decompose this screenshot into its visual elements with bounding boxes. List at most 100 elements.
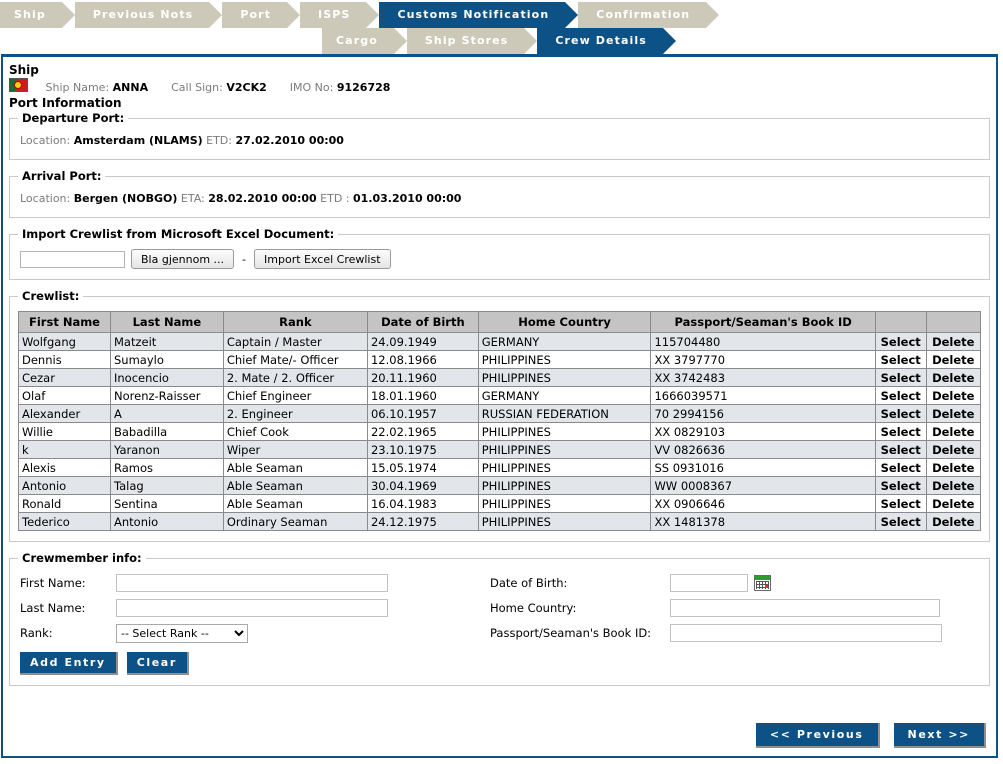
crew-first-name: Wolfgang — [18, 332, 111, 351]
crewmember-info-section: Crewmember info: First Name: Last Name: … — [9, 551, 990, 686]
browse-file-button[interactable]: Bla gjennom ... — [131, 249, 235, 269]
crew-rank: Chief Mate/- Officer — [222, 350, 368, 369]
excel-file-input[interactable] — [20, 250, 125, 268]
previous-button[interactable]: << Previous — [755, 723, 880, 748]
select-link[interactable]: Select — [874, 494, 927, 513]
arrival-etd-label: ETD : — [320, 192, 350, 205]
breadcrumb-step-previous-nots[interactable]: Previous Nots — [74, 2, 222, 28]
breadcrumb-row-primary: Ship Previous Nots Port ISPS Customs Notific… — [0, 2, 720, 28]
select-link[interactable]: Select — [874, 404, 927, 423]
select-link[interactable]: Select — [874, 440, 927, 459]
table-row: Antonio Talag Able Seaman 30.04.1969 PHILIPP… — [18, 476, 982, 495]
crew-first-name: Alexander — [18, 404, 111, 423]
select-link[interactable]: Select — [874, 350, 927, 369]
crew-rank: Wiper — [222, 440, 368, 459]
breadcrumb-step-crew-details[interactable]: Crew Details — [537, 28, 676, 54]
crewlist-section: Crewlist: First Name Last Name Rank Date… — [9, 289, 990, 542]
table-row: Alexis Ramos Able Seaman 15.05.1974 PHILIPPI… — [18, 458, 982, 477]
delete-link[interactable]: Delete — [925, 512, 982, 531]
crew-first-name: Olaf — [18, 386, 111, 405]
crew-passport: SS 0931016 — [650, 458, 876, 477]
delete-link[interactable]: Delete — [925, 494, 982, 513]
crew-last-name: Inocencio — [110, 368, 224, 387]
crew-last-name: A — [110, 404, 224, 423]
select-link[interactable]: Select — [874, 458, 927, 477]
table-row: Dennis Sumaylo Chief Mate/- Officer 12.08.1… — [18, 350, 982, 369]
crew-home-country: RUSSIAN FEDERATION — [477, 404, 652, 423]
crew-passport: VV 0826636 — [650, 440, 876, 459]
departure-etd-value: 27.02.2010 00:00 — [235, 134, 344, 147]
crew-passport: XX 0829103 — [650, 422, 876, 441]
select-link[interactable]: Select — [874, 368, 927, 387]
rank-select[interactable]: -- Select Rank -- — [116, 623, 248, 643]
crew-date-of-birth: 18.01.1960 — [366, 386, 479, 405]
breadcrumb-step-port[interactable]: Port — [222, 2, 300, 28]
delete-link[interactable]: Delete — [925, 476, 982, 495]
passport-label: Passport/Seaman's Book ID: — [490, 626, 652, 640]
breadcrumb-step-ship-stores[interactable]: Ship Stores — [406, 28, 537, 54]
first-name-input[interactable] — [116, 574, 388, 592]
delete-link[interactable]: Delete — [925, 350, 982, 369]
delete-link[interactable]: Delete — [925, 440, 982, 459]
import-crewlist-legend: Import Crewlist from Microsoft Excel Doc… — [22, 227, 335, 241]
imo-label: IMO No: — [289, 81, 334, 94]
crew-passport: XX 3742483 — [650, 368, 876, 387]
departure-port-details: Location: Amsterdam (NLAMS) ETD: 27.02.2… — [18, 130, 981, 153]
breadcrumb-step-isps[interactable]: ISPS — [300, 2, 380, 28]
crewlist-table: First Name Last Name Rank Date of Birth … — [18, 311, 982, 531]
crew-rank: Captain / Master — [222, 332, 368, 351]
crew-home-country: PHILIPPINES — [477, 512, 652, 531]
breadcrumb-step-confirmation[interactable]: Confirmation — [578, 2, 720, 28]
select-link[interactable]: Select — [874, 512, 927, 531]
rank-label: Rank: — [20, 626, 53, 640]
calendar-icon[interactable] — [754, 575, 771, 591]
delete-link[interactable]: Delete — [925, 386, 982, 405]
table-row: Wolfgang Matzeit Captain / Master 24.09.194… — [18, 332, 982, 351]
crew-last-name: Yaranon — [110, 440, 224, 459]
last-name-input[interactable] — [116, 599, 388, 617]
select-link[interactable]: Select — [874, 386, 927, 405]
crew-date-of-birth: 23.10.1975 — [366, 440, 479, 459]
select-link[interactable]: Select — [874, 476, 927, 495]
passport-input[interactable] — [670, 624, 942, 642]
crew-first-name: Dennis — [18, 350, 111, 369]
select-link[interactable]: Select — [874, 422, 927, 441]
breadcrumb-step-cargo[interactable]: Cargo — [322, 28, 407, 54]
crew-first-name: Antonio — [18, 476, 111, 495]
last-name-row: Last Name: — [20, 599, 490, 617]
crewlist-body: Wolfgang Matzeit Captain / Master 24.09.194… — [18, 332, 982, 531]
next-button[interactable]: Next >> — [893, 723, 986, 748]
import-excel-crewlist-button[interactable]: Import Excel Crewlist — [254, 249, 391, 269]
crew-date-of-birth: 24.12.1975 — [366, 512, 479, 531]
crew-passport: 115704480 — [650, 332, 876, 351]
clear-button[interactable]: Clear — [126, 652, 189, 675]
date-of-birth-input[interactable] — [670, 574, 748, 592]
delete-link[interactable]: Delete — [925, 458, 982, 477]
delete-link[interactable]: Delete — [925, 422, 982, 441]
crew-last-name: Sumaylo — [110, 350, 224, 369]
add-entry-button[interactable]: Add Entry — [20, 652, 118, 675]
crew-home-country: PHILIPPINES — [477, 350, 652, 369]
delete-link[interactable]: Delete — [925, 332, 982, 351]
breadcrumb-step-customs-notification[interactable]: Customs Notification — [379, 2, 579, 28]
imo-value: 9126728 — [336, 81, 391, 94]
import-crewlist-section: Import Crewlist from Microsoft Excel Doc… — [9, 227, 990, 280]
departure-etd-label: ETD: — [206, 134, 232, 147]
column-header-rank: Rank — [222, 311, 368, 333]
crew-last-name: Babadilla — [110, 422, 224, 441]
arrival-eta-label: ETA: — [180, 192, 205, 205]
crew-last-name: Talag — [110, 476, 224, 495]
crew-passport: XX 0906646 — [650, 494, 876, 513]
home-country-input[interactable] — [670, 599, 940, 617]
wizard-breadcrumb: Ship Previous Nots Port ISPS Customs Notific… — [0, 0, 1003, 54]
home-country-label: Home Country: — [490, 601, 577, 615]
last-name-label: Last Name: — [20, 601, 86, 615]
delete-link[interactable]: Delete — [925, 404, 982, 423]
column-header-home-country: Home Country — [477, 311, 652, 333]
crew-home-country: PHILIPPINES — [477, 458, 652, 477]
breadcrumb-step-ship[interactable]: Ship — [0, 2, 75, 28]
select-link[interactable]: Select — [874, 332, 927, 351]
delete-link[interactable]: Delete — [925, 368, 982, 387]
departure-port-section: Departure Port: Location: Amsterdam (NLA… — [9, 111, 990, 160]
arrival-location-label: Location: — [20, 192, 71, 205]
